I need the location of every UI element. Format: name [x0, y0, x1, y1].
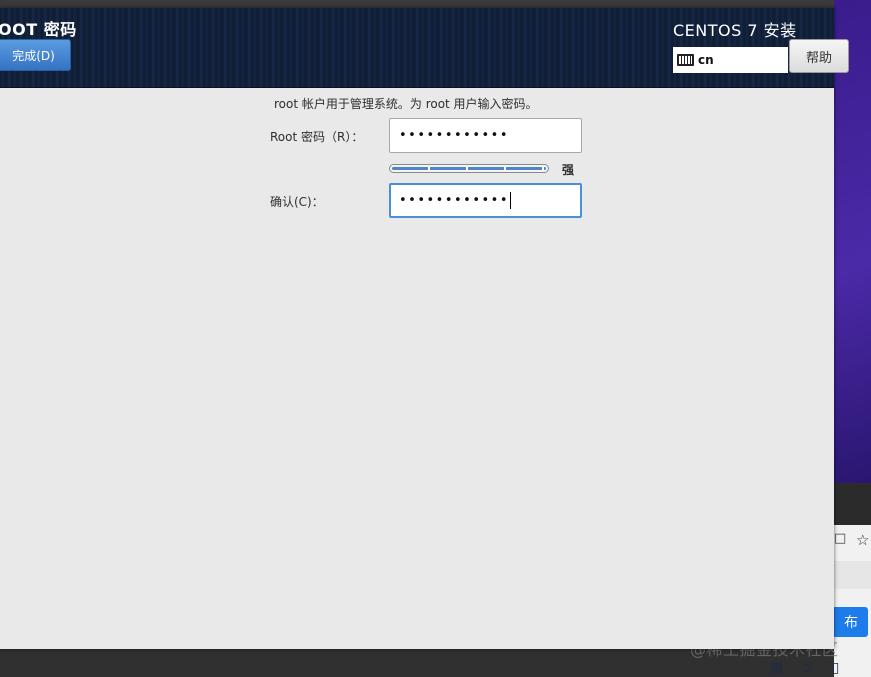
bottom-icon-bar: ▤ ⍰ ▯ — [770, 660, 839, 676]
form-description: root 帐户用于管理系统。为 root 用户输入密码。 — [274, 97, 538, 111]
done-button[interactable]: 完成(D) — [0, 39, 71, 71]
help-button[interactable]: 帮助 — [789, 39, 849, 73]
question-icon[interactable]: ⍰ — [803, 660, 811, 676]
confirm-password-input[interactable]: •••••••••••• — [389, 183, 582, 218]
confirm-password-label: 确认(C)： — [270, 195, 324, 209]
publish-button[interactable]: 布 — [834, 607, 868, 637]
installer-header: OOT 密码 完成(D) CENTOS 7 安装 cn 帮助 — [0, 8, 849, 88]
text-caret — [510, 192, 512, 209]
star-icon[interactable]: ☆ — [856, 531, 869, 549]
root-password-label: Root 密码（R）： — [270, 130, 364, 144]
strip-divider — [834, 561, 871, 589]
root-password-value: •••••••••••• — [399, 128, 510, 143]
keyboard-layout-label: cn — [698, 53, 714, 67]
installer-window: OOT 密码 完成(D) CENTOS 7 安装 cn 帮助 root 帐户用于… — [0, 8, 849, 649]
password-strength-fill — [392, 167, 546, 170]
password-strength-bar — [389, 164, 549, 173]
tab-edge-icon: □ — [834, 531, 847, 546]
root-password-input[interactable]: •••••••••••• — [389, 118, 582, 153]
password-strength-label: 强 — [562, 163, 575, 177]
install-title: CENTOS 7 安装 — [673, 21, 797, 40]
panel-icon[interactable]: ▯ — [832, 660, 840, 676]
document-icon[interactable]: ▤ — [770, 660, 783, 676]
confirm-password-value: •••••••••••• — [399, 193, 510, 208]
browser-strip: □ ☆ — [834, 525, 871, 677]
page-title: OOT 密码 — [0, 20, 77, 39]
keyboard-layout-indicator[interactable]: cn — [673, 47, 788, 73]
desktop-toolbar — [834, 483, 871, 525]
keyboard-icon — [677, 54, 694, 66]
screen: □ ☆ 布 @稀土掘金技术社区 ▤ ⍰ ▯ OOT 密码 完成(D) CENTO… — [0, 0, 871, 677]
